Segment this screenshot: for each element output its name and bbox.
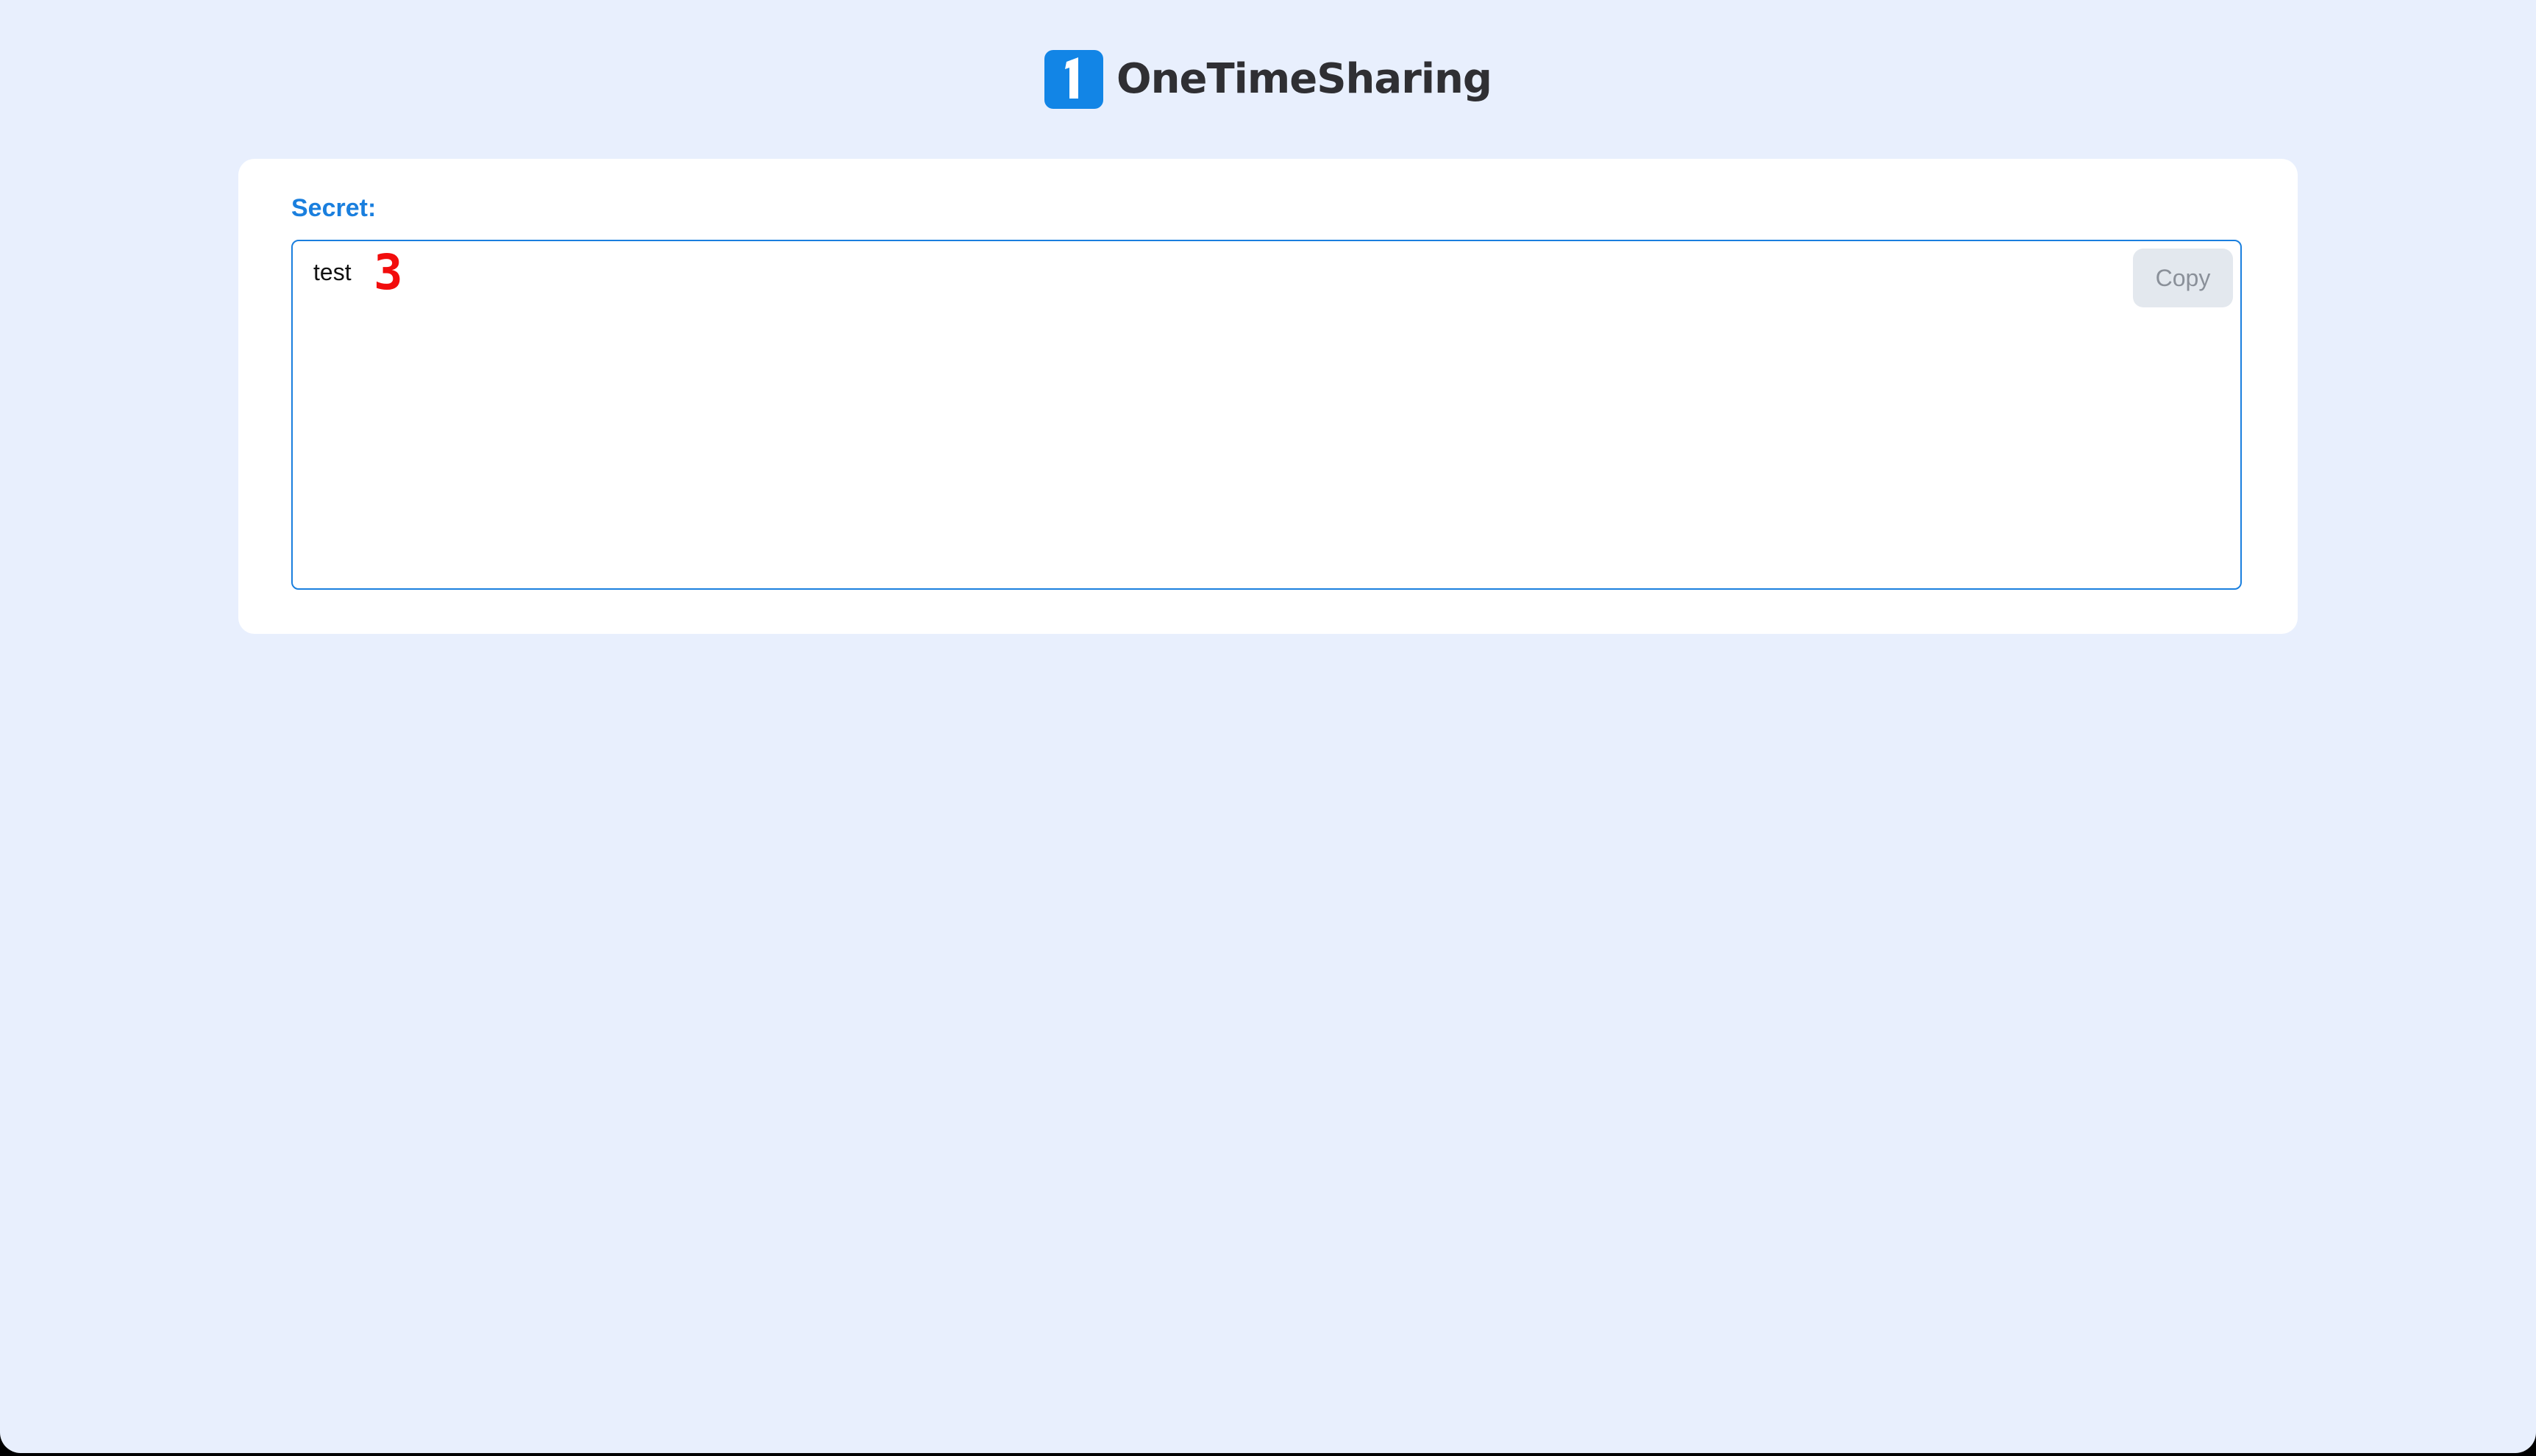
page: OneTimeSharing Secret: test 3 Copy	[0, 0, 2536, 1453]
secret-value: test	[313, 259, 352, 285]
one-digit-logo-icon	[1044, 50, 1104, 109]
secret-card: Secret: test 3 Copy	[238, 159, 2298, 634]
secret-label: Secret:	[291, 194, 377, 222]
brand-logo[interactable]: OneTimeSharing	[1044, 50, 1492, 109]
annotation-marker: 3	[374, 244, 403, 301]
brand-name: OneTimeSharing	[1116, 55, 1492, 103]
header: OneTimeSharing	[0, 49, 2536, 110]
secret-textarea[interactable]: test 3 Copy	[291, 240, 2242, 590]
copy-button[interactable]: Copy	[2133, 249, 2233, 307]
